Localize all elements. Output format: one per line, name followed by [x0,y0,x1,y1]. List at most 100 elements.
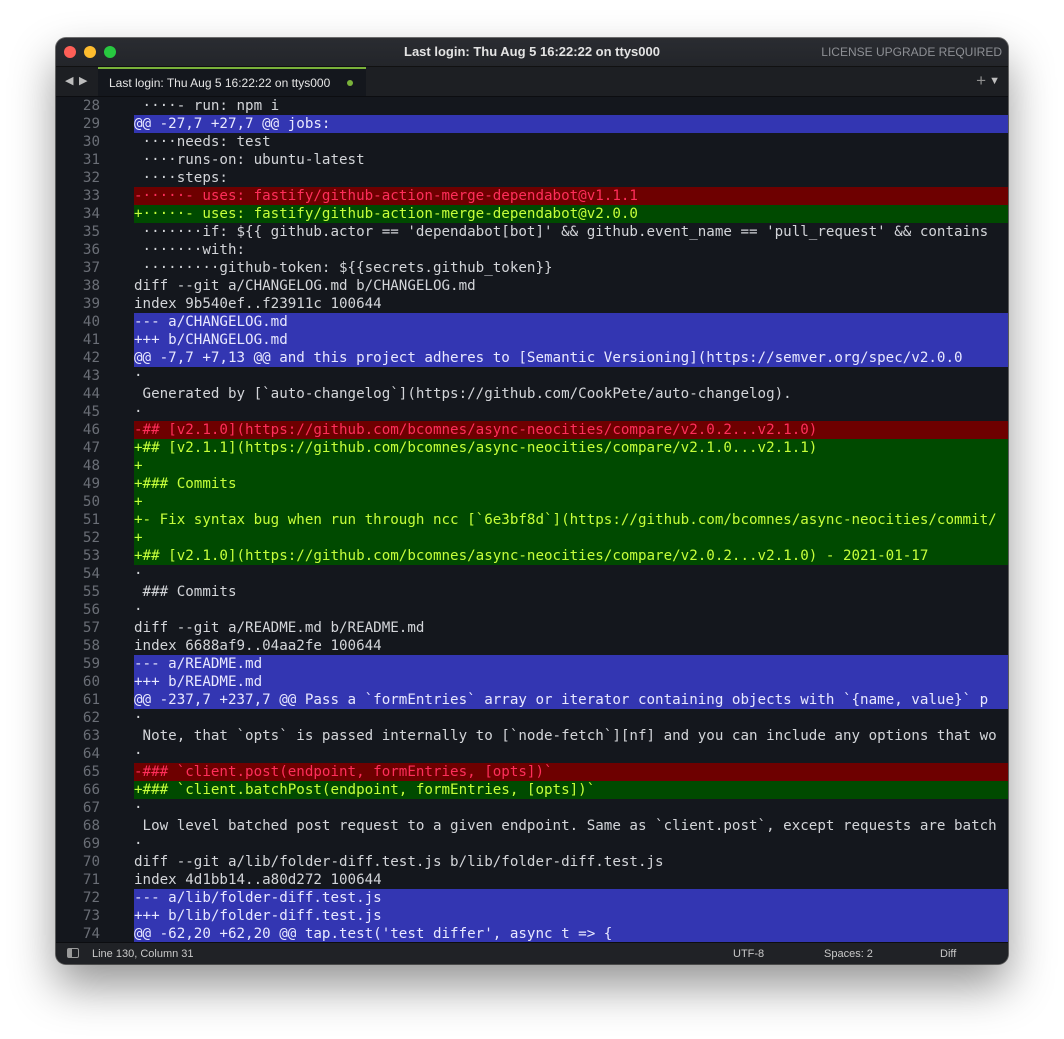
line-text: Low level batched post request to a give… [134,818,997,834]
line-number: 49 [82,476,100,492]
line-text: ·········github-token: ${{secrets.github… [134,260,553,276]
line-number: 64 [82,746,100,762]
line-text: + [134,529,1008,547]
line-number: 34 [82,206,100,222]
diff-line-context: 56 · [56,601,1008,619]
line-number: 72 [82,890,100,906]
diff-line-context: 30 ····needs: test [56,133,1008,151]
line-number: 60 [82,674,100,690]
line-number: 50 [82,494,100,510]
back-arrow-icon[interactable]: ◀ [65,74,73,87]
syntax-selector[interactable]: Diff [940,948,956,960]
diff-line-added: 52 + [56,529,1008,547]
line-text: @@ -7,7 +7,13 @@ and this project adhere… [134,349,1008,367]
line-number: 61 [82,692,100,708]
line-text: +++ b/README.md [134,673,1008,691]
diff-line-added: 66 +### `client.batchPost(endpoint, formE… [56,781,1008,799]
line-text: + [134,457,1008,475]
diff-line-hunk: 42 @@ -7,7 +7,13 @@ and this project adhe… [56,349,1008,367]
terminal-window: Last login: Thu Aug 5 16:22:22 on ttys00… [56,38,1008,964]
line-text: + [134,493,1008,511]
line-text: @@ -62,20 +62,20 @@ tap.test('test diffe… [134,925,1008,942]
line-number: 55 [82,584,100,600]
line-text: ····- run: npm i [134,98,280,114]
line-number: 56 [82,602,100,618]
line-text: ····steps: [134,170,228,186]
diff-line-removed: 46 -## [v2.1.0](https://github.com/bcomne… [56,421,1008,439]
line-number: 69 [82,836,100,852]
line-number: 32 [82,170,100,186]
diff-line-context: 36 ·······with: [56,241,1008,259]
line-number: 70 [82,854,100,870]
tab-menu-icon[interactable]: ▼ [989,75,1000,87]
line-number: 43 [82,368,100,384]
diff-line-context: 43 · [56,367,1008,385]
diff-line-context: 37 ·········github-token: ${{secrets.git… [56,259,1008,277]
line-text: · [134,746,143,762]
diff-line-context: 31 ····runs-on: ubuntu-latest [56,151,1008,169]
line-number: 48 [82,458,100,474]
diff-line-hunk: 74 @@ -62,20 +62,20 @@ tap.test('test dif… [56,925,1008,942]
line-text: +++ b/CHANGELOG.md [134,331,1008,349]
diff-editor[interactable]: 28 ····- run: npm i 29 @@ -27,7 +27,7 @@ j… [56,97,1008,942]
diff-line-removed: 65 -### `client.post(endpoint, formEntrie… [56,763,1008,781]
diff-line-context: 70 diff --git a/lib/folder-diff.test.js b… [56,853,1008,871]
diff-line-context: 64 · [56,745,1008,763]
diff-line-header: 59 --- a/README.md [56,655,1008,673]
line-text: diff --git a/lib/folder-diff.test.js b/l… [134,854,664,870]
diff-line-header: 40 --- a/CHANGELOG.md [56,313,1008,331]
diff-line-added: 53 +## [v2.1.0](https://github.com/bcomne… [56,547,1008,565]
line-number: 31 [82,152,100,168]
line-text: +## [v2.1.1](https://github.com/bcomnes/… [134,439,1008,457]
diff-line-context: 62 · [56,709,1008,727]
line-text: @@ -237,7 +237,7 @@ Pass a `formEntries`… [134,691,1008,709]
line-text: diff --git a/CHANGELOG.md b/CHANGELOG.md [134,278,476,294]
license-notice[interactable]: LICENSE UPGRADE REQUIRED [821,45,1002,59]
line-text: · [134,836,143,852]
diff-line-added: 48 + [56,457,1008,475]
tab-bar: ◀ ▶ Last login: Thu Aug 5 16:22:22 on tt… [56,67,1008,97]
modified-dot-icon [347,80,353,86]
diff-line-header: 41 +++ b/CHANGELOG.md [56,331,1008,349]
line-number: 57 [82,620,100,636]
diff-line-context: 57 diff --git a/README.md b/README.md [56,619,1008,637]
line-number: 37 [82,260,100,276]
line-text: +- Fix syntax bug when run through ncc [… [134,511,1008,529]
diff-line-header: 72 --- a/lib/folder-diff.test.js [56,889,1008,907]
line-number: 59 [82,656,100,672]
line-text: index 9b540ef..f23911c 100644 [134,296,382,312]
sidebar-toggle-icon[interactable] [67,948,79,958]
line-text: index 6688af9..04aa2fe 100644 [134,638,382,654]
line-number: 36 [82,242,100,258]
indentation-selector[interactable]: Spaces: 2 [824,948,873,960]
forward-arrow-icon[interactable]: ▶ [79,74,87,87]
line-number: 38 [82,278,100,294]
diff-line-hunk: 29 @@ -27,7 +27,7 @@ jobs: [56,115,1008,133]
new-tab-icon[interactable]: + [976,71,986,91]
line-number: 47 [82,440,100,456]
diff-line-added: 34 +·····- uses: fastify/github-action-me… [56,205,1008,223]
line-number: 46 [82,422,100,438]
line-number: 68 [82,818,100,834]
line-text: --- a/lib/folder-diff.test.js [134,889,1008,907]
line-number: 58 [82,638,100,654]
line-text: ····runs-on: ubuntu-latest [134,152,365,168]
diff-line-context: 68 Low level batched post request to a g… [56,817,1008,835]
line-text: · [134,800,143,816]
diff-line-removed: 33 -·····- uses: fastify/github-action-me… [56,187,1008,205]
line-number: 73 [82,908,100,924]
line-number: 65 [82,764,100,780]
line-number: 54 [82,566,100,582]
diff-line-hunk: 61 @@ -237,7 +237,7 @@ Pass a `formEntrie… [56,691,1008,709]
encoding-selector[interactable]: UTF-8 [733,948,764,960]
line-text: Note, that `opts` is passed internally t… [134,728,997,744]
diff-line-added: 50 + [56,493,1008,511]
title-bar: Last login: Thu Aug 5 16:22:22 on ttys00… [56,38,1008,67]
cursor-position[interactable]: Line 130, Column 31 [92,948,194,960]
diff-line-context: 28 ····- run: npm i [56,97,1008,115]
diff-line-added: 49 +### Commits [56,475,1008,493]
diff-line-header: 60 +++ b/README.md [56,673,1008,691]
line-text: -### `client.post(endpoint, formEntries,… [134,763,1008,781]
tab-terminal[interactable]: Last login: Thu Aug 5 16:22:22 on ttys00… [98,67,366,96]
line-text: -·····- uses: fastify/github-action-merg… [134,187,1008,205]
